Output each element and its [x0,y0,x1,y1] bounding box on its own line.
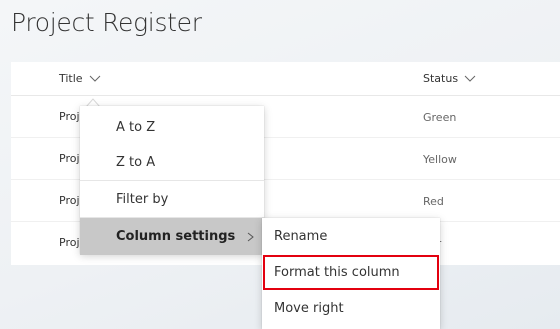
chevron-right-icon [247,232,254,242]
chevron-down-icon[interactable] [464,75,476,83]
highlight-annotation [263,255,439,290]
cell-status: Red [423,195,444,208]
column-header-status-label: Status [423,72,459,85]
cell-title[interactable]: Proj [59,152,80,165]
page-title: Project Register [11,8,202,37]
column-header-status[interactable]: Status [423,72,476,85]
column-settings-submenu: Rename Format this column Move right [262,218,440,329]
menu-item-column-settings[interactable]: Column settings [80,218,264,255]
chevron-down-icon[interactable] [89,75,101,83]
cell-title[interactable]: Proj [59,236,80,249]
submenu-item-rename[interactable]: Rename [262,219,440,255]
cell-title[interactable]: Proj [59,110,80,123]
menu-item-filter-by[interactable]: Filter by [80,181,264,218]
menu-item-sort-z-a[interactable]: Z to A [80,144,264,181]
list-header: Title Status [11,62,560,96]
menu-item-sort-a-z[interactable]: A to Z [80,109,264,146]
cell-status: Yellow [423,153,457,166]
column-context-menu: A to Z Z to A Filter by Column settings [80,106,264,255]
cell-title[interactable]: Proj [59,194,80,207]
column-header-title-label: Title [59,72,83,85]
column-header-title[interactable]: Title [59,72,101,85]
cell-status: Green [423,111,457,124]
menu-item-column-settings-label: Column settings [116,229,236,244]
submenu-item-move-right[interactable]: Move right [262,291,440,327]
